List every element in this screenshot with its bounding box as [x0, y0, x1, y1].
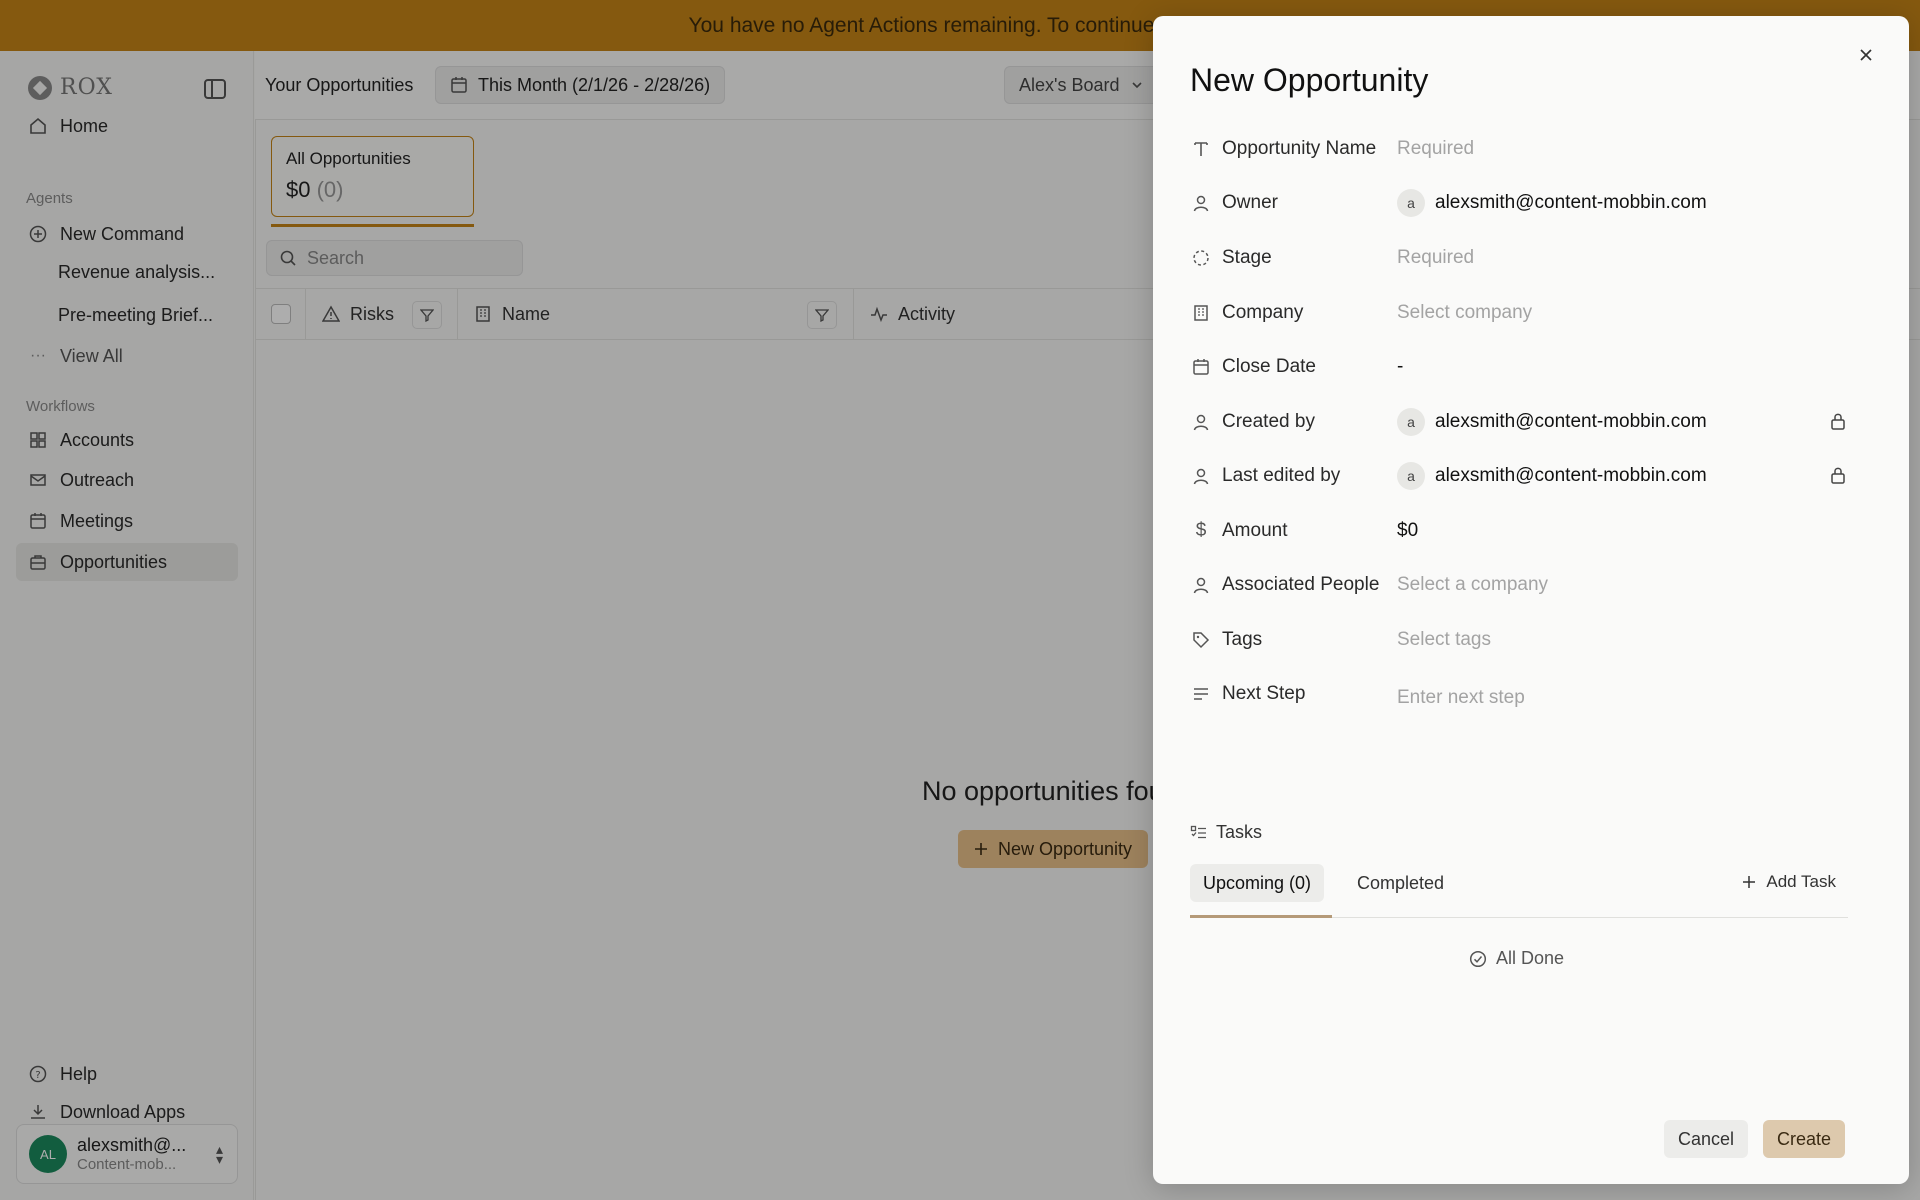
label-text: Created by: [1222, 411, 1315, 432]
new-opportunity-drawer: New Opportunity Opportunity Name Require…: [1153, 16, 1909, 1184]
field-label: Next Step: [1190, 683, 1397, 705]
lock-icon: [1828, 465, 1850, 487]
amount-input[interactable]: $0: [1397, 520, 1850, 542]
field-close-date: Close Date -: [1190, 347, 1850, 387]
field-label: Tags: [1190, 629, 1397, 651]
dollar-icon: $: [1195, 520, 1207, 541]
field-stage: Stage Required: [1190, 238, 1850, 278]
label-text: Amount: [1222, 520, 1288, 541]
last-edited-by-email: alexsmith@content-mobbin.com: [1435, 465, 1707, 486]
label-text: Close Date: [1222, 356, 1316, 377]
field-label: Owner: [1190, 192, 1397, 214]
field-last-edited-by: Last edited by a alexsmith@content-mobbi…: [1190, 456, 1850, 496]
create-button[interactable]: Create: [1763, 1120, 1846, 1158]
all-done-status: All Done: [1469, 948, 1564, 969]
label-text: Tags: [1222, 629, 1263, 650]
add-task-button[interactable]: Add Task: [1742, 872, 1836, 892]
all-done-label: All Done: [1496, 948, 1565, 968]
person-icon: [1190, 192, 1212, 214]
tab-completed[interactable]: Completed: [1344, 864, 1457, 902]
avatar: a: [1397, 408, 1425, 436]
field-label: $ Amount: [1190, 520, 1397, 542]
lock-icon: [1828, 411, 1850, 433]
avatar: a: [1397, 462, 1425, 490]
last-edited-by-value: a alexsmith@content-mobbin.com: [1397, 462, 1850, 490]
field-label: Company: [1190, 302, 1397, 324]
company-select[interactable]: Select company: [1397, 302, 1850, 324]
field-opportunity-name: Opportunity Name Required: [1190, 129, 1850, 169]
building-icon: [1190, 302, 1212, 324]
tags-select[interactable]: Select tags: [1397, 629, 1850, 651]
cancel-button[interactable]: Cancel: [1664, 1120, 1749, 1158]
close-icon: [1860, 49, 1872, 61]
label-text: Next Step: [1222, 683, 1306, 704]
checklist-icon: [1190, 824, 1208, 842]
tab-upcoming[interactable]: Upcoming (0): [1190, 864, 1325, 902]
stage-select[interactable]: Required: [1397, 247, 1850, 269]
label-text: Owner: [1222, 192, 1278, 213]
tasks-heading: Tasks: [1190, 822, 1262, 843]
tag-icon: [1190, 629, 1212, 651]
active-tab-indicator: [1190, 915, 1332, 918]
tasks-tabs: Upcoming (0) Completed Add Task: [1190, 864, 1848, 918]
field-label: Last edited by: [1190, 465, 1397, 487]
label-text: Last edited by: [1222, 465, 1341, 486]
created-by-email: alexsmith@content-mobbin.com: [1435, 411, 1707, 432]
plus-icon: [1742, 875, 1756, 889]
next-step-input[interactable]: Enter next step: [1397, 687, 1850, 709]
tasks-label: Tasks: [1216, 822, 1263, 842]
text-icon: [1190, 138, 1212, 160]
label-text: Company: [1222, 302, 1304, 323]
dashed-circle-icon: [1190, 247, 1212, 269]
field-label: Close Date: [1190, 356, 1397, 378]
person-icon: [1190, 574, 1212, 596]
calendar-icon: [1190, 356, 1212, 378]
field-label: Stage: [1190, 247, 1397, 269]
label-text: Associated People: [1222, 574, 1380, 595]
associated-people-select[interactable]: Select a company: [1397, 574, 1850, 596]
field-amount: $ Amount $0: [1190, 511, 1850, 551]
field-next-step: Next Step Enter next step: [1190, 674, 1850, 714]
label-text: Opportunity Name: [1222, 138, 1377, 159]
check-circle-icon: [1469, 950, 1487, 968]
drawer-title: New Opportunity: [1190, 62, 1429, 98]
field-company: Company Select company: [1190, 293, 1850, 333]
owner-select[interactable]: a alexsmith@content-mobbin.com: [1397, 189, 1850, 217]
button-label: Add Task: [1766, 872, 1836, 891]
avatar: a: [1397, 189, 1425, 217]
text-lines-icon: [1190, 683, 1212, 705]
field-label: Created by: [1190, 411, 1397, 433]
person-icon: [1190, 411, 1212, 433]
label-text: Stage: [1222, 247, 1272, 268]
created-by-value: a alexsmith@content-mobbin.com: [1397, 408, 1850, 436]
field-created-by: Created by a alexsmith@content-mobbin.co…: [1190, 402, 1850, 442]
field-label: Associated People: [1190, 574, 1397, 596]
close-date-picker[interactable]: -: [1397, 356, 1850, 378]
owner-email: alexsmith@content-mobbin.com: [1435, 192, 1707, 213]
field-owner: Owner a alexsmith@content-mobbin.com: [1190, 183, 1850, 223]
person-icon: [1190, 465, 1212, 487]
field-associated-people: Associated People Select a company: [1190, 565, 1850, 605]
close-button[interactable]: [1851, 40, 1881, 70]
field-tags: Tags Select tags: [1190, 620, 1850, 660]
opportunity-name-input[interactable]: Required: [1397, 138, 1850, 160]
field-label: Opportunity Name: [1190, 138, 1397, 160]
